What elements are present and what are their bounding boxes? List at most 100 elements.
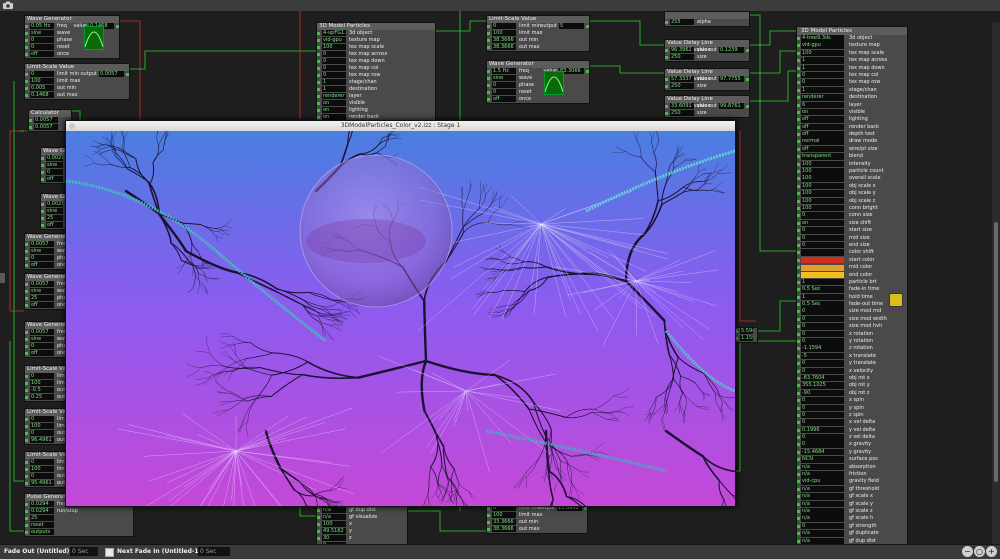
input-port-icon[interactable]	[317, 516, 320, 519]
vertical-scrollbar[interactable]	[992, 22, 1000, 544]
param-value-field[interactable]: 1	[801, 87, 844, 94]
param-value-field[interactable]: n/a	[801, 501, 844, 508]
input-value-field[interactable]: 0	[30, 430, 54, 436]
input-port-icon[interactable]	[797, 473, 800, 476]
input-port-icon[interactable]	[25, 510, 28, 513]
input-port-icon[interactable]	[797, 517, 800, 520]
input-value-field[interactable]: 25	[46, 215, 63, 221]
param-value-field[interactable]: 0	[801, 368, 844, 375]
param-value-field[interactable]: 0	[801, 235, 844, 242]
input-port-icon[interactable]	[797, 333, 800, 336]
output-port-icon[interactable]	[584, 507, 587, 510]
input-port-icon[interactable]	[25, 432, 28, 435]
input-value-field[interactable]: sine	[30, 248, 54, 254]
param-value-field[interactable]: 1	[801, 279, 844, 286]
input-port-icon[interactable]	[665, 49, 668, 52]
input-port-icon[interactable]	[487, 70, 490, 73]
input-value-field[interactable]: 0	[492, 89, 516, 95]
input-port-icon[interactable]	[41, 178, 44, 181]
param-value-field[interactable]: 0	[801, 316, 844, 323]
param-value-field[interactable]: n/a	[801, 493, 844, 500]
input-value-field[interactable]: 250	[670, 83, 694, 89]
input-port-icon[interactable]	[797, 325, 800, 328]
input-port-icon[interactable]	[25, 243, 28, 246]
input-port-icon[interactable]	[487, 91, 490, 94]
input-port-icon[interactable]	[25, 338, 28, 341]
input-value-field[interactable]: outputs	[30, 529, 54, 535]
param-value-field[interactable]: n/a	[801, 464, 844, 471]
input-value-field[interactable]: 0	[492, 23, 516, 29]
input-port-icon[interactable]	[25, 524, 28, 527]
input-port-icon[interactable]	[317, 95, 320, 98]
param-value-field[interactable]: 1	[801, 294, 844, 301]
input-value-field[interactable]: 0	[322, 51, 346, 57]
input-port-icon[interactable]	[25, 25, 28, 28]
actor-limit4[interactable]: Limit-Scale Value0limit min100limit max0…	[24, 451, 70, 488]
input-value-field[interactable]: off	[30, 350, 54, 356]
input-port-icon[interactable]	[665, 21, 668, 24]
input-value-field[interactable]: 0	[492, 82, 516, 88]
input-value-field[interactable]: 4-upFG1.3ds	[322, 30, 346, 36]
input-port-icon[interactable]	[665, 85, 668, 88]
input-port-icon[interactable]	[41, 224, 44, 227]
input-port-icon[interactable]	[797, 495, 800, 498]
input-value-field[interactable]: 5.5941	[740, 328, 753, 334]
input-port-icon[interactable]	[25, 345, 28, 348]
output-port-icon[interactable]	[746, 105, 749, 108]
input-port-icon[interactable]	[797, 503, 800, 506]
param-value-field[interactable]: 0	[801, 308, 844, 315]
input-port-icon[interactable]	[487, 521, 490, 524]
input-value-field[interactable]: sine	[492, 75, 516, 81]
param-value-field[interactable]: 0	[801, 397, 844, 404]
input-port-icon[interactable]	[25, 482, 28, 485]
param-value-field[interactable]: 0	[801, 441, 844, 448]
input-value-field[interactable]: 33.3666	[492, 519, 516, 525]
input-port-icon[interactable]	[317, 102, 320, 105]
input-port-icon[interactable]	[317, 88, 320, 91]
param-value-field[interactable]: 0.1996	[801, 427, 844, 434]
input-value-field[interactable]: 0	[30, 71, 54, 77]
actor-wave3[interactable]: Wave Generator0.0029sine25off	[40, 193, 68, 230]
input-port-icon[interactable]	[487, 25, 490, 28]
input-port-icon[interactable]	[25, 39, 28, 42]
input-port-icon[interactable]	[797, 140, 800, 143]
input-port-icon[interactable]	[25, 283, 28, 286]
input-port-icon[interactable]	[797, 37, 800, 40]
input-value-field[interactable]: 0	[322, 72, 346, 78]
param-value-field[interactable]: on	[801, 220, 844, 227]
param-value-field[interactable]: 0	[801, 72, 844, 79]
param-value-field[interactable]: 0	[801, 323, 844, 330]
input-port-icon[interactable]	[25, 46, 28, 49]
param-value-field[interactable]: 1	[801, 57, 844, 64]
input-port-icon[interactable]	[25, 461, 28, 464]
output-port-icon[interactable]	[586, 70, 589, 73]
input-value-field[interactable]: 0.0057	[34, 124, 58, 130]
input-value-field[interactable]: 100	[30, 466, 54, 472]
input-port-icon[interactable]	[25, 331, 28, 334]
input-value-field[interactable]: 0.0057	[30, 281, 54, 287]
input-port-icon[interactable]	[317, 46, 320, 49]
actor-3d-model-particles[interactable]: 3D Model Particles 4-tree9.3ds3d objectv…	[796, 26, 908, 544]
input-port-icon[interactable]	[41, 210, 44, 213]
param-value-field[interactable]: n/a	[801, 508, 844, 515]
input-port-icon[interactable]	[25, 531, 28, 534]
input-value-field[interactable]: 0.0294	[30, 508, 54, 514]
input-value-field[interactable]: 0	[322, 65, 346, 71]
input-port-icon[interactable]	[797, 510, 800, 513]
input-value-field[interactable]: 100	[30, 423, 54, 429]
input-port-icon[interactable]	[487, 84, 490, 87]
input-port-icon[interactable]	[317, 74, 320, 77]
input-port-icon[interactable]	[797, 480, 800, 483]
input-port-icon[interactable]	[797, 436, 800, 439]
input-port-icon[interactable]	[317, 109, 320, 112]
input-value-field[interactable]: 0.05 Hz	[30, 23, 54, 29]
input-value-field[interactable]: 100	[492, 512, 516, 518]
input-value-field[interactable]: 0.0294	[30, 501, 54, 507]
input-port-icon[interactable]	[797, 185, 800, 188]
input-value-field[interactable]: 30	[322, 535, 346, 541]
left-edge-tab[interactable]	[0, 273, 5, 283]
input-value-field[interactable]: 100	[30, 78, 54, 84]
input-value-field[interactable]: 0	[30, 255, 54, 261]
param-value-field[interactable]: 0	[801, 79, 844, 86]
input-port-icon[interactable]	[797, 488, 800, 491]
